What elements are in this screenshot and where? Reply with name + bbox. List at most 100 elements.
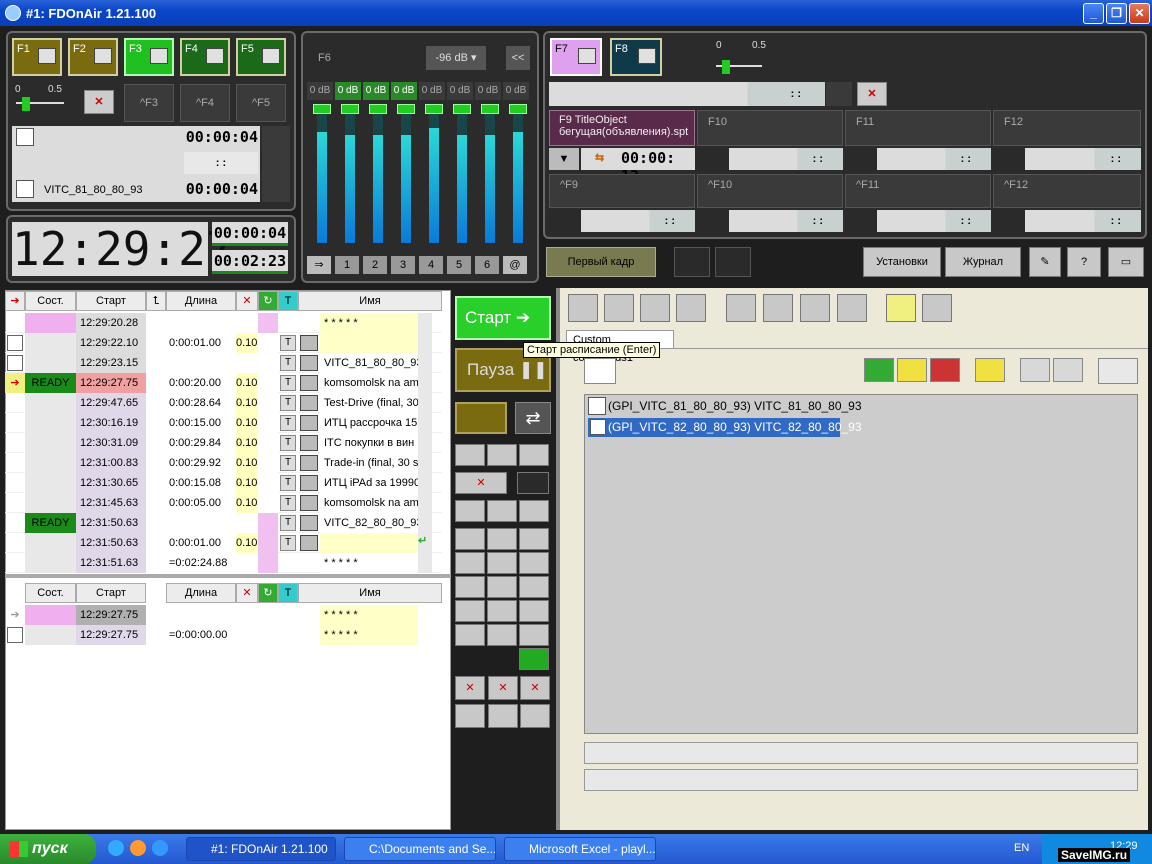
next-cmd-icon[interactable] [1020,358,1050,382]
f4-button[interactable]: F4 [180,38,230,76]
fader-thumb[interactable] [369,104,387,114]
splitter[interactable] [5,574,451,578]
cf11-button[interactable]: ^F11 [845,174,991,208]
channel-button[interactable]: 3 [391,256,415,274]
channel-button[interactable]: 6 [475,256,499,274]
green-cmd-icon[interactable] [864,358,894,382]
notes-icon[interactable] [922,294,952,322]
r-icon[interactable] [568,294,598,322]
f11-button[interactable]: F11 [845,110,991,146]
edit-graphic-icon[interactable] [726,294,756,322]
blank-command-button[interactable] [584,358,616,384]
cam2-icon[interactable] [487,528,517,550]
f10-button[interactable]: F10 [697,110,843,146]
task-excel[interactable]: Microsoft Excel - playl... [504,837,656,861]
edit2-icon[interactable] [487,600,517,622]
fader-thumb[interactable] [509,104,527,114]
cam6-icon[interactable] [487,576,517,598]
title-insert-icon[interactable] [800,294,830,322]
cf9-button[interactable]: ^F9 [549,174,695,208]
cf12-button[interactable]: ^F12 [993,174,1141,208]
title-icon[interactable]: T [280,455,296,471]
col2-state[interactable]: Сост. [25,583,76,603]
level-select[interactable]: -96 dB ▾ [426,46,486,70]
help-icon[interactable]: ? [1067,247,1101,277]
title-icon[interactable]: T [280,335,296,351]
return-icon[interactable] [487,444,517,466]
title-icon[interactable]: T [280,535,296,551]
title-icon[interactable]: T [280,395,296,411]
cam3-icon[interactable] [455,552,485,574]
command-item-2[interactable]: (GPI_VITC_82_80_80_93) VITC_82_80_80_93 [608,420,862,434]
skip-icon[interactable] [519,552,549,574]
delete-all-icon[interactable]: ✕ [455,676,485,700]
f1-button[interactable]: F1 [12,38,62,76]
col-name[interactable]: Имя [298,291,442,311]
volume-slider-thumb[interactable] [22,97,30,111]
clock-icon[interactable] [487,500,517,522]
title-icon[interactable]: T [280,435,296,451]
cam4-icon[interactable] [487,552,517,574]
title-icon[interactable]: T [280,475,296,491]
col2-start[interactable]: Старт [76,583,146,603]
channel-button[interactable]: 1 [335,256,359,274]
fader-thumb[interactable] [481,104,499,114]
title-icon[interactable]: T [280,375,296,391]
f2-button[interactable]: F2 [68,38,118,76]
start-button[interactable]: Старт ➔ [455,296,551,340]
channel-button[interactable]: ⇒ [307,256,331,274]
mic-icon[interactable] [455,624,485,646]
channel-button[interactable]: @ [503,256,527,274]
swap-icon[interactable]: ⇄ [515,402,551,434]
up-icon[interactable] [519,500,549,522]
f12-button[interactable]: F12 [993,110,1141,146]
hand-icon[interactable] [455,500,485,522]
hourglass-icon[interactable] [519,528,549,550]
fader-thumb[interactable] [453,104,471,114]
col-length[interactable]: Длина [166,291,236,311]
fader-thumb[interactable] [397,104,415,114]
title-icon[interactable]: T [280,515,296,531]
fader-thumb[interactable] [425,104,443,114]
slash-icon[interactable] [519,648,549,670]
delete-red-icon[interactable]: ✕ [488,676,518,700]
cam5-icon[interactable] [455,576,485,598]
blank-button-1[interactable] [674,247,710,277]
task-documents[interactable]: C:\Documents and Se... [344,837,496,861]
blank-cmd-box[interactable] [1098,358,1138,384]
cf3-button[interactable]: ^F3 [124,84,174,122]
film-icon[interactable] [455,402,507,434]
sync-icon[interactable] [488,704,518,728]
f3-button[interactable]: F3 [124,38,174,76]
delete-part-icon[interactable]: ✕ [520,676,550,700]
film-edit-icon[interactable] [763,294,793,322]
task-fdonair[interactable]: #1: FDOnAir 1.21.100 [186,837,336,861]
f5-button[interactable]: F5 [236,38,286,76]
channel-button[interactable]: 2 [363,256,387,274]
clear-right-icon[interactable]: ✕ [857,82,887,106]
title-icon[interactable]: T [280,495,296,511]
mic-off-icon[interactable] [487,624,517,646]
ie-icon[interactable] [108,840,124,856]
exit-icon[interactable] [519,444,549,466]
red-cmd-icon[interactable] [930,358,960,382]
first-frame-button[interactable]: Первый кадр [546,247,656,277]
gpi-cmd-icon[interactable] [1053,358,1083,382]
save-icon[interactable] [520,704,550,728]
f7-button[interactable]: F7 [550,38,602,76]
media-icon[interactable] [130,840,146,856]
title-icon[interactable]: T [280,415,296,431]
col-state[interactable]: Сост. [25,291,76,311]
col-start[interactable]: Старт [76,291,146,311]
reload-icon[interactable] [455,704,485,728]
col2-name[interactable]: Имя [298,583,442,603]
f9-button[interactable]: F9 TitleObject бегущая(объявления).spt [549,110,695,146]
dropdown-chevron-down-icon[interactable]: ▼ [549,148,579,170]
close-button[interactable]: ✕ [1129,3,1150,24]
row-checkbox[interactable] [7,335,23,351]
settings-button[interactable]: Установки [863,247,941,277]
maximize-button[interactable]: ❐ [1106,3,1127,24]
channel-button[interactable]: 4 [419,256,443,274]
blank-button-2[interactable] [715,247,751,277]
command-item-1[interactable]: (GPI_VITC_81_80_80_93) VITC_81_80_80_93 [608,399,862,413]
